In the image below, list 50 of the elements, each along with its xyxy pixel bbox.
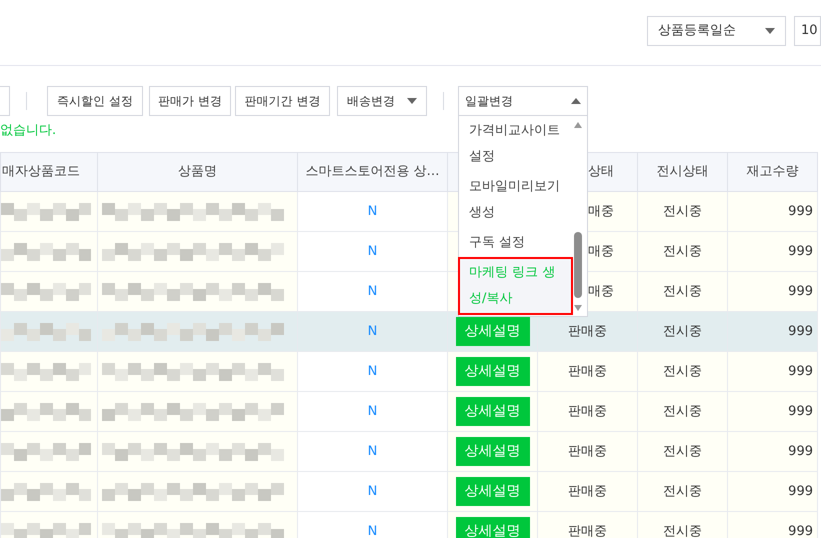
column-header: 전시상태 — [638, 152, 728, 192]
table-cell: 999 — [728, 312, 818, 352]
caret-down-icon — [765, 28, 775, 34]
notice-text: 없습니다. — [0, 123, 56, 138]
table-cell: N — [298, 192, 448, 232]
table-cell: 판매중 — [538, 352, 638, 392]
table-cell: 전시중 — [638, 232, 728, 272]
caret-up-icon — [571, 98, 581, 104]
scrollbar[interactable] — [573, 120, 583, 312]
table-cell: 전시중 — [638, 432, 728, 472]
sort-select[interactable]: 상품등록일순 — [647, 16, 786, 46]
table-cell: N — [298, 232, 448, 272]
caret-down-icon — [407, 98, 417, 104]
table-cell: N — [298, 472, 448, 512]
table-cell: 999 — [728, 232, 818, 272]
table-cell: 판매중 — [538, 392, 638, 432]
table-cell: 전시중 — [638, 352, 728, 392]
toolbar-button[interactable]: 판매가 변경 — [149, 86, 231, 116]
table-cell: 전시중 — [638, 472, 728, 512]
table-cell: N — [298, 352, 448, 392]
table-cell: 999 — [728, 352, 818, 392]
toolbar-button[interactable]: 즉시할인 설정 — [47, 86, 143, 116]
table-cell: N — [298, 512, 448, 538]
table-cell: 999 — [728, 272, 818, 312]
table-cell: 전시중 — [638, 272, 728, 312]
table-cell: 999 — [728, 392, 818, 432]
table-cell: 판매중 — [538, 312, 638, 352]
column-header: 스마트스토어전용 상… — [298, 152, 448, 192]
table-cell: 전시중 — [638, 312, 728, 352]
table-cell: N — [298, 272, 448, 312]
table-cell: 전시중 — [638, 512, 728, 538]
table-cell: 999 — [728, 192, 818, 232]
column-header: 상품명 — [98, 152, 298, 192]
table-cell: N — [298, 432, 448, 472]
table-cell: 전시중 — [638, 192, 728, 232]
page-size-select[interactable]: 10 — [794, 16, 821, 46]
column-header: 매자상품코드 — [0, 152, 98, 192]
table-cell: 999 — [728, 512, 818, 538]
toolbar-button[interactable]: 판매기간 변경 — [235, 86, 330, 116]
table-cell: N — [298, 392, 448, 432]
bulk-change-dropdown[interactable]: 일괄변경 — [458, 86, 588, 116]
column-header: 재고수량 — [728, 152, 818, 192]
table-cell: 판매중 — [538, 432, 638, 472]
table-cell: 999 — [728, 472, 818, 512]
shipping-dropdown[interactable]: 배송변경 — [337, 86, 427, 116]
table-cell: N — [298, 312, 448, 352]
table-cell: 999 — [728, 432, 818, 472]
table-cell: 전시중 — [638, 392, 728, 432]
table-cell: 판매중 — [538, 512, 638, 538]
table-cell: 판매중 — [538, 472, 638, 512]
